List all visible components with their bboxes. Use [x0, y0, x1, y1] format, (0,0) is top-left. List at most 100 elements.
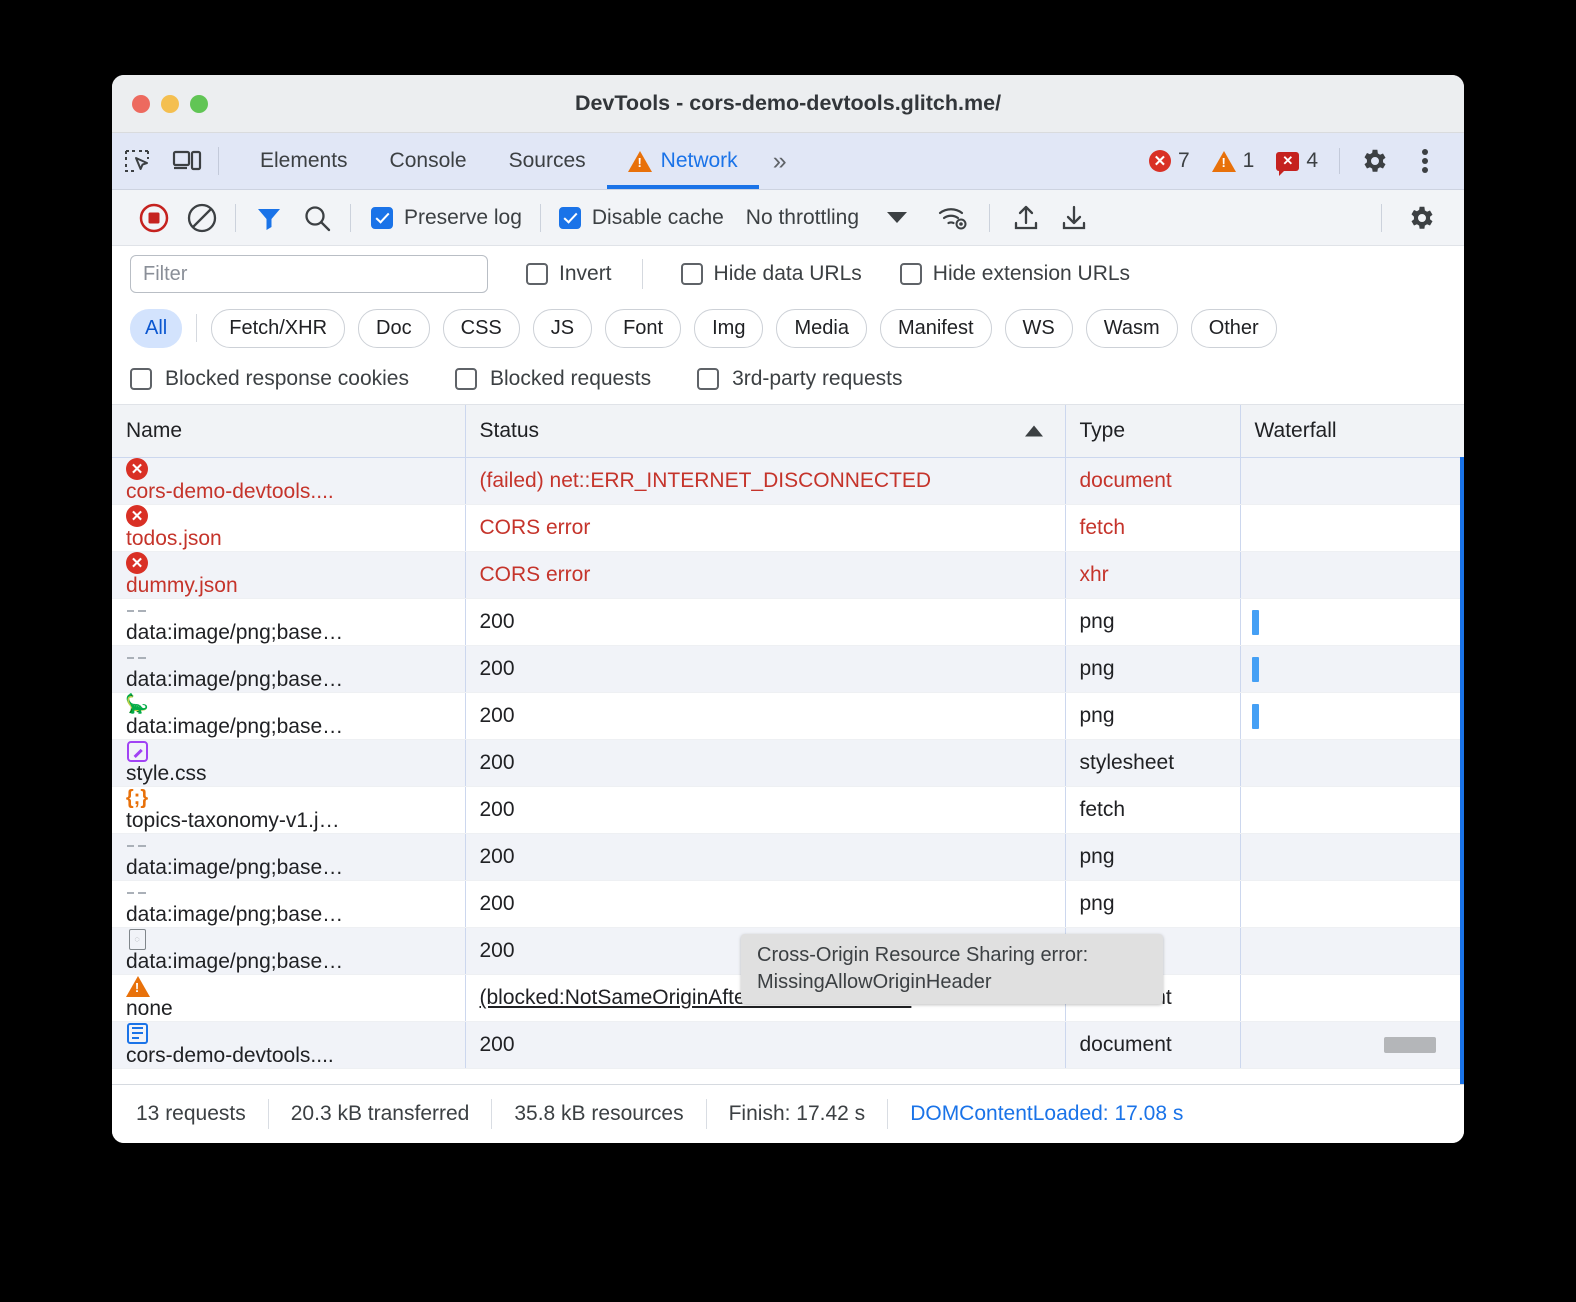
- request-name-cell[interactable]: data:image/png;base…: [112, 599, 465, 646]
- chip-other[interactable]: Other: [1191, 309, 1277, 348]
- preserve-log-checkbox-box[interactable]: [371, 207, 393, 229]
- tab-network[interactable]: Network: [607, 133, 759, 189]
- chip-img[interactable]: Img: [694, 309, 763, 348]
- waterfall-scrollbar[interactable]: [1460, 457, 1464, 1084]
- request-type-cell: document: [1065, 458, 1240, 505]
- warning-counter[interactable]: 1: [1201, 149, 1266, 173]
- tab-elements[interactable]: Elements: [239, 133, 369, 189]
- gear-icon[interactable]: [1350, 146, 1400, 176]
- request-name-cell[interactable]: data:image/png;base…: [112, 834, 465, 881]
- request-name-cell[interactable]: ✕ todos.json: [112, 505, 465, 552]
- tab-console[interactable]: Console: [369, 133, 488, 189]
- table-row[interactable]: {;} topics-taxonomy-v1.j… 200 fetch: [112, 787, 1464, 834]
- network-request-table: Name Status Type Waterfall ✕ cors-demo-d: [112, 405, 1464, 1084]
- tab-sources[interactable]: Sources: [488, 133, 607, 189]
- table-row[interactable]: data:image/png;base… 200 png: [112, 599, 1464, 646]
- chip-doc[interactable]: Doc: [358, 309, 430, 348]
- waterfall-bar: [1252, 657, 1259, 682]
- request-name-cell[interactable]: ◌ data:image/png;base…: [112, 928, 465, 975]
- chip-css[interactable]: CSS: [443, 309, 520, 348]
- export-har-icon[interactable]: [1050, 198, 1098, 238]
- filter-input[interactable]: [130, 255, 488, 293]
- request-status-cell: 200: [465, 881, 1065, 928]
- request-type-cell: document: [1065, 1022, 1240, 1069]
- column-header-name[interactable]: Name: [112, 405, 465, 458]
- column-header-waterfall[interactable]: Waterfall: [1240, 405, 1464, 458]
- request-type-cell: png: [1065, 599, 1240, 646]
- clear-button[interactable]: [178, 198, 226, 238]
- chip-ws[interactable]: WS: [1005, 309, 1073, 348]
- third-party-requests-checkbox[interactable]: 3rd-party requests: [697, 367, 902, 391]
- request-type-cell: fetch: [1065, 505, 1240, 552]
- table-row[interactable]: ✕ cors-demo-devtools.... (failed) net::E…: [112, 458, 1464, 505]
- request-name-cell[interactable]: cors-demo-devtools....: [112, 1022, 465, 1069]
- request-name-cell[interactable]: 🦕 data:image/png;base…: [112, 693, 465, 740]
- third-party-requests-checkbox-box[interactable]: [697, 368, 719, 390]
- request-waterfall-cell: [1240, 693, 1464, 740]
- column-header-type[interactable]: Type: [1065, 405, 1240, 458]
- message-counter[interactable]: ✕ 4: [1265, 149, 1329, 173]
- table-row[interactable]: data:image/png;base… 200 png: [112, 646, 1464, 693]
- request-waterfall-cell: [1240, 881, 1464, 928]
- close-window-button[interactable]: [132, 95, 150, 113]
- disable-cache-checkbox-box[interactable]: [559, 207, 581, 229]
- inspect-element-icon[interactable]: [112, 133, 162, 189]
- request-name-cell[interactable]: style.css: [112, 740, 465, 787]
- blocked-requests-checkbox[interactable]: Blocked requests: [455, 367, 651, 391]
- request-name-cell[interactable]: none: [112, 975, 465, 1022]
- table-row[interactable]: cors-demo-devtools.... 200 document: [112, 1022, 1464, 1069]
- hide-extension-urls-checkbox[interactable]: Hide extension URLs: [900, 262, 1130, 286]
- chip-font[interactable]: Font: [605, 309, 681, 348]
- chip-fetch-xhr[interactable]: Fetch/XHR: [211, 309, 345, 348]
- chevron-down-icon[interactable]: [887, 212, 907, 223]
- chip-wasm[interactable]: Wasm: [1086, 309, 1178, 348]
- status-divider: [1339, 148, 1340, 174]
- request-name-cell[interactable]: {;} topics-taxonomy-v1.j…: [112, 787, 465, 834]
- request-name-cell[interactable]: ✕ cors-demo-devtools....: [112, 458, 465, 505]
- hide-extension-urls-checkbox-box[interactable]: [900, 263, 922, 285]
- table-row[interactable]: ✕ dummy.json CORS error xhr: [112, 552, 1464, 599]
- column-header-status[interactable]: Status: [465, 405, 1065, 458]
- message-count: 4: [1306, 149, 1318, 173]
- error-counter[interactable]: ✕ 7: [1138, 149, 1201, 173]
- table-row[interactable]: data:image/png;base… 200 png: [112, 881, 1464, 928]
- hide-data-urls-checkbox-box[interactable]: [681, 263, 703, 285]
- chip-all[interactable]: All: [130, 309, 182, 348]
- request-name-cell[interactable]: ✕ dummy.json: [112, 552, 465, 599]
- chip-media[interactable]: Media: [776, 309, 866, 348]
- request-waterfall-cell: [1240, 834, 1464, 881]
- chip-js[interactable]: JS: [533, 309, 592, 348]
- network-conditions-icon[interactable]: [929, 198, 977, 238]
- preserve-log-checkbox[interactable]: Preserve log: [371, 206, 522, 230]
- request-name-cell[interactable]: data:image/png;base…: [112, 646, 465, 693]
- request-name-cell[interactable]: data:image/png;base…: [112, 881, 465, 928]
- table-row[interactable]: ✕ todos.json CORS error fetch: [112, 505, 1464, 552]
- more-options-icon[interactable]: [1400, 147, 1450, 175]
- table-row[interactable]: style.css 200 stylesheet: [112, 740, 1464, 787]
- invert-checkbox-box[interactable]: [526, 263, 548, 285]
- invert-checkbox[interactable]: Invert: [526, 262, 612, 286]
- request-status-cell: (failed) net::ERR_INTERNET_DISCONNECTED: [465, 458, 1065, 505]
- tabstrip-divider: [218, 147, 219, 175]
- blocked-response-cookies-checkbox[interactable]: Blocked response cookies: [130, 367, 409, 391]
- filter-icon[interactable]: [245, 198, 293, 238]
- sort-ascending-icon: [1025, 426, 1043, 437]
- tab-sources-label: Sources: [509, 149, 586, 173]
- maximize-window-button[interactable]: [190, 95, 208, 113]
- table-row[interactable]: 🦕 data:image/png;base… 200 png: [112, 693, 1464, 740]
- search-icon[interactable]: [293, 198, 341, 238]
- throttling-select[interactable]: No throttling: [746, 206, 859, 230]
- hide-data-urls-checkbox[interactable]: Hide data URLs: [681, 262, 862, 286]
- network-settings-gear-icon[interactable]: [1398, 198, 1446, 238]
- more-tabs-icon[interactable]: »: [759, 133, 798, 189]
- minimize-window-button[interactable]: [161, 95, 179, 113]
- blocked-response-cookies-checkbox-box[interactable]: [130, 368, 152, 390]
- table-row[interactable]: data:image/png;base… 200 png: [112, 834, 1464, 881]
- disable-cache-checkbox[interactable]: Disable cache: [559, 206, 724, 230]
- chip-manifest[interactable]: Manifest: [880, 309, 992, 348]
- import-har-icon[interactable]: [1002, 198, 1050, 238]
- blocked-requests-checkbox-box[interactable]: [455, 368, 477, 390]
- record-button[interactable]: [130, 198, 178, 238]
- device-toolbar-icon[interactable]: [162, 133, 212, 189]
- table-header-row: Name Status Type Waterfall: [112, 405, 1464, 458]
